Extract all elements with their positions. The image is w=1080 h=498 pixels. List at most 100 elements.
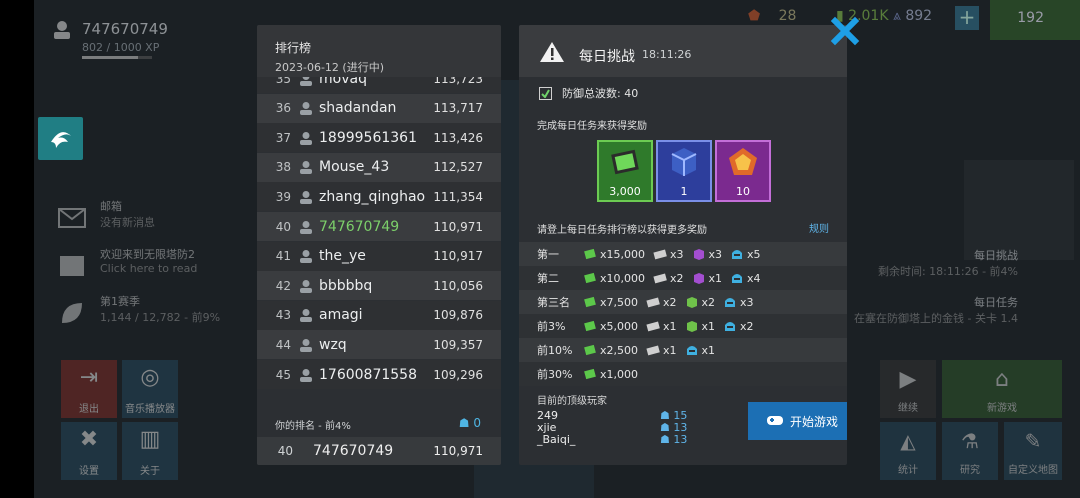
- tier-reward: x2: [723, 320, 754, 333]
- bg-daily-quest[interactable]: 每日任务 在塞在防御塔上的金钱 - 关卡 1.4: [854, 294, 1018, 326]
- my-rank-row[interactable]: 40 747670749 110,971: [257, 437, 501, 465]
- leaderboard-row[interactable]: 45 17600871558 109,296: [257, 360, 501, 389]
- add-currency-button[interactable]: +: [955, 6, 979, 30]
- tier-reward: x2,500: [583, 344, 638, 357]
- total-waves: 防御总波数: 40: [562, 87, 639, 100]
- gem-icon: [729, 148, 757, 175]
- leaderboard-list[interactable]: 35 movaq 113,723 36 shadandan 113,717 37 189995…: [257, 77, 501, 407]
- row-rank: 43: [275, 308, 291, 323]
- exit-button[interactable]: ⇥ 退出: [61, 360, 117, 418]
- leaderboard-row[interactable]: 43 amagi 109,876: [257, 300, 501, 330]
- cash-icon: [583, 296, 597, 308]
- row-name: amagi: [319, 307, 363, 324]
- game-logo-button[interactable]: [38, 117, 83, 160]
- row-score: 111,354: [433, 189, 483, 204]
- screen-edge: [0, 0, 34, 498]
- leaderboard-row[interactable]: 41 the_ye 110,917: [257, 241, 501, 271]
- tier-reward-amount: x1: [701, 343, 716, 357]
- leaderboard-row[interactable]: 42 bbbbbq 110,056: [257, 271, 501, 301]
- leaderboard-row[interactable]: 36 shadandan 113,717: [257, 93, 501, 123]
- player-xp: 802 / 1000 XP: [82, 41, 160, 54]
- tier-reward-amount: x1: [701, 319, 716, 333]
- tier-reward: x3: [653, 248, 684, 261]
- coins-counter: 192: [990, 0, 1080, 40]
- tier-reward-amount: x2: [740, 319, 754, 333]
- ticket-icon: [646, 296, 660, 308]
- cash-icon: [583, 272, 597, 284]
- cash-icon: [583, 344, 597, 356]
- reward-gems[interactable]: 10: [715, 140, 771, 202]
- music-player-button[interactable]: ◎ 音乐播放器: [122, 360, 178, 418]
- daily-challenge-panel: 每日挑战 18:11:26 防御总波数: 40 完成每日任务来获得奖励 3,00…: [519, 25, 847, 465]
- row-rank: 44: [275, 337, 291, 352]
- reward-tier-row: 第一 x15,000 x3 x3 x5: [519, 242, 847, 266]
- top-players-label: 目前的顶级玩家: [537, 396, 607, 407]
- my-waves: ☗ 0: [458, 416, 481, 430]
- gems-counter: ⬟ 28: [748, 8, 797, 24]
- row-name: 747670749: [319, 218, 400, 235]
- top-player-row[interactable]: xjie ☗ 13: [537, 421, 697, 434]
- tier-reward-amount: x5: [747, 247, 761, 261]
- settings-button[interactable]: ✖ 设置: [61, 422, 117, 480]
- top-player-waves: ☗ 13: [660, 433, 688, 446]
- reward-crate[interactable]: 1: [656, 140, 712, 202]
- tier-name: 前10%: [537, 344, 573, 357]
- top-player-row[interactable]: 249 ☗ 15: [537, 409, 697, 422]
- row-score: 110,056: [433, 278, 483, 293]
- welcome-item[interactable]: 欢迎来到无限塔防2 Click here to read: [52, 246, 198, 276]
- research-button[interactable]: ⚗ 研究: [942, 422, 998, 480]
- about-button[interactable]: ▥ 关于: [122, 422, 178, 480]
- start-game-button[interactable]: 开始游戏: [748, 402, 847, 440]
- wave-icon: [723, 296, 737, 308]
- row-score: 110,917: [433, 249, 483, 264]
- reward-tier-row: 第三名 x7,500 x2 x2 x3: [519, 290, 847, 314]
- leaderboard-row[interactable]: 44 wzq 109,357: [257, 330, 501, 360]
- new-game-button[interactable]: ⌂ 新游戏: [942, 360, 1062, 418]
- reward-cash[interactable]: 3,000: [597, 140, 653, 202]
- avatar-icon: [297, 367, 314, 382]
- top-player-row[interactable]: _Baiqi_ ☗ 13: [537, 433, 697, 446]
- leaderboard-row[interactable]: 37 18999561361 113,426: [257, 123, 501, 153]
- wave-icon: [723, 320, 737, 332]
- leaderboard-row[interactable]: 40 747670749 110,971: [257, 212, 501, 241]
- reward-tier-row: 第二 x10,000 x2 x1 x4: [519, 266, 847, 290]
- row-score: 113,723: [433, 77, 483, 86]
- user-icon: [54, 21, 70, 39]
- xp-bar: [82, 56, 152, 59]
- continue-button[interactable]: ▶ 继续: [880, 360, 936, 418]
- complete-text: 完成每日任务来获得奖励: [537, 121, 647, 132]
- season-item[interactable]: 第1赛季 1,144 / 12,782 - 前9%: [52, 293, 220, 325]
- login-text: 请登上每日任务排行榜以获得更多奖励: [537, 225, 707, 236]
- close-icon[interactable]: [830, 16, 860, 46]
- tier-reward: x7,500: [583, 296, 638, 309]
- leaderboard-row[interactable]: 35 movaq 113,723: [257, 77, 501, 93]
- my-rank-section: 你的排名 - 前4% ☗ 0 40 747670749 110,971: [257, 407, 501, 465]
- tier-reward-amount: x2: [663, 295, 677, 309]
- row-score: 109,296: [433, 367, 483, 382]
- crate-icon: [671, 148, 697, 176]
- tier-reward-amount: x4: [747, 271, 761, 285]
- bg-daily-challenge[interactable]: 每日挑战 剩余时间: 18:11:26 - 前4%: [878, 247, 1018, 279]
- player-info[interactable]: 747670749 802 / 1000 XP: [52, 20, 168, 59]
- rules-link[interactable]: 规则: [809, 220, 829, 235]
- total-waves-row: 防御总波数: 40: [519, 81, 847, 105]
- row-name: zhang_qinghao: [319, 188, 426, 205]
- welcome-label: 欢迎来到无限塔防2: [100, 248, 195, 261]
- stats-button[interactable]: ◭ 统计: [880, 422, 936, 480]
- leaderboard-row[interactable]: 38 Mouse_43 112,527: [257, 152, 501, 182]
- avatar-icon: [297, 308, 314, 323]
- mail-label: 邮箱: [100, 200, 122, 213]
- cash-icon: [583, 320, 597, 332]
- cash-icon: [583, 368, 597, 380]
- mail-item[interactable]: 邮箱 没有新消息: [52, 198, 155, 230]
- tier-reward-amount: x1: [708, 271, 723, 285]
- avatar-icon: [297, 101, 314, 116]
- custom-map-button[interactable]: ✎ 自定义地图: [1004, 422, 1062, 480]
- row-score: 109,876: [433, 308, 483, 323]
- row-score: 113,717: [433, 101, 483, 116]
- player-name: 747670749: [82, 20, 168, 38]
- tier-name: 第一: [537, 248, 559, 261]
- leaderboard-row[interactable]: 39 zhang_qinghao 111,354: [257, 182, 501, 212]
- avatar-icon: [297, 77, 314, 86]
- welcome-sub: Click here to read: [100, 262, 198, 275]
